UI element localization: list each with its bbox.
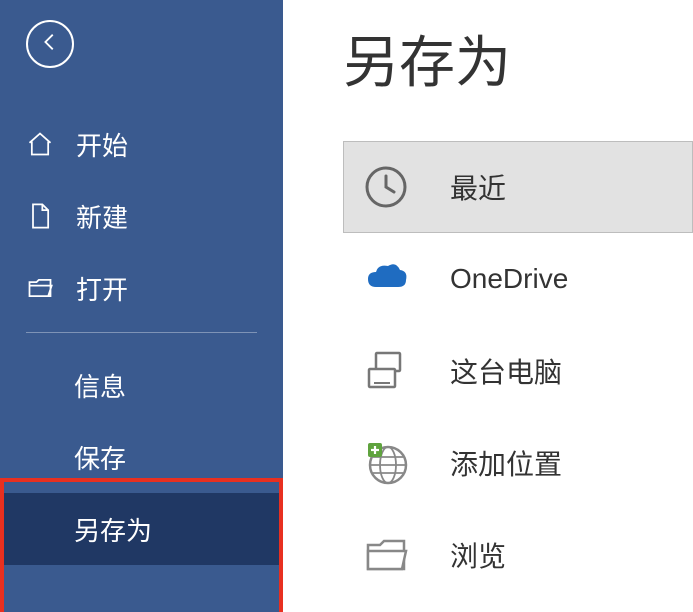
location-this-pc[interactable]: 这台电脑	[343, 325, 693, 417]
arrow-left-icon	[39, 31, 61, 58]
location-label: 这台电脑	[450, 351, 562, 391]
sidebar-divider	[26, 332, 257, 333]
sidebar-item-save[interactable]: 保存	[0, 421, 283, 493]
main-panel: 另存为 最近 OneDrive 这台电脑	[283, 0, 693, 612]
sidebar-item-label: 打开	[76, 270, 128, 307]
location-label: 浏览	[450, 535, 506, 575]
location-label: OneDrive	[450, 263, 568, 295]
back-button[interactable]	[26, 20, 74, 68]
folder-open-icon	[26, 274, 54, 302]
clock-icon	[362, 163, 410, 211]
sidebar-item-open[interactable]: 打开	[0, 252, 283, 324]
location-browse[interactable]: 浏览	[343, 509, 693, 601]
sidebar-item-save-as[interactable]: 另存为	[0, 493, 283, 565]
sidebar-item-label: 另存为	[74, 511, 152, 548]
sidebar-item-label: 信息	[74, 367, 126, 404]
sidebar-item-new[interactable]: 新建	[0, 180, 283, 252]
location-label: 最近	[450, 167, 506, 207]
location-label: 添加位置	[450, 443, 562, 483]
location-recent[interactable]: 最近	[343, 141, 693, 233]
file-icon	[26, 202, 54, 230]
location-onedrive[interactable]: OneDrive	[343, 233, 693, 325]
onedrive-icon	[362, 255, 410, 303]
sidebar: 开始 新建 打开 信息 保存 另存为	[0, 0, 283, 612]
folder-icon	[362, 531, 410, 579]
sidebar-item-info[interactable]: 信息	[0, 349, 283, 421]
sidebar-item-home[interactable]: 开始	[0, 108, 283, 180]
sidebar-item-label: 新建	[76, 198, 128, 235]
sidebar-item-label: 开始	[76, 126, 128, 163]
location-add-place[interactable]: 添加位置	[343, 417, 693, 509]
add-place-icon	[362, 439, 410, 487]
sidebar-item-label: 保存	[74, 439, 126, 476]
page-title: 另存为	[343, 18, 693, 99]
home-icon	[26, 130, 54, 158]
pc-icon	[362, 347, 410, 395]
